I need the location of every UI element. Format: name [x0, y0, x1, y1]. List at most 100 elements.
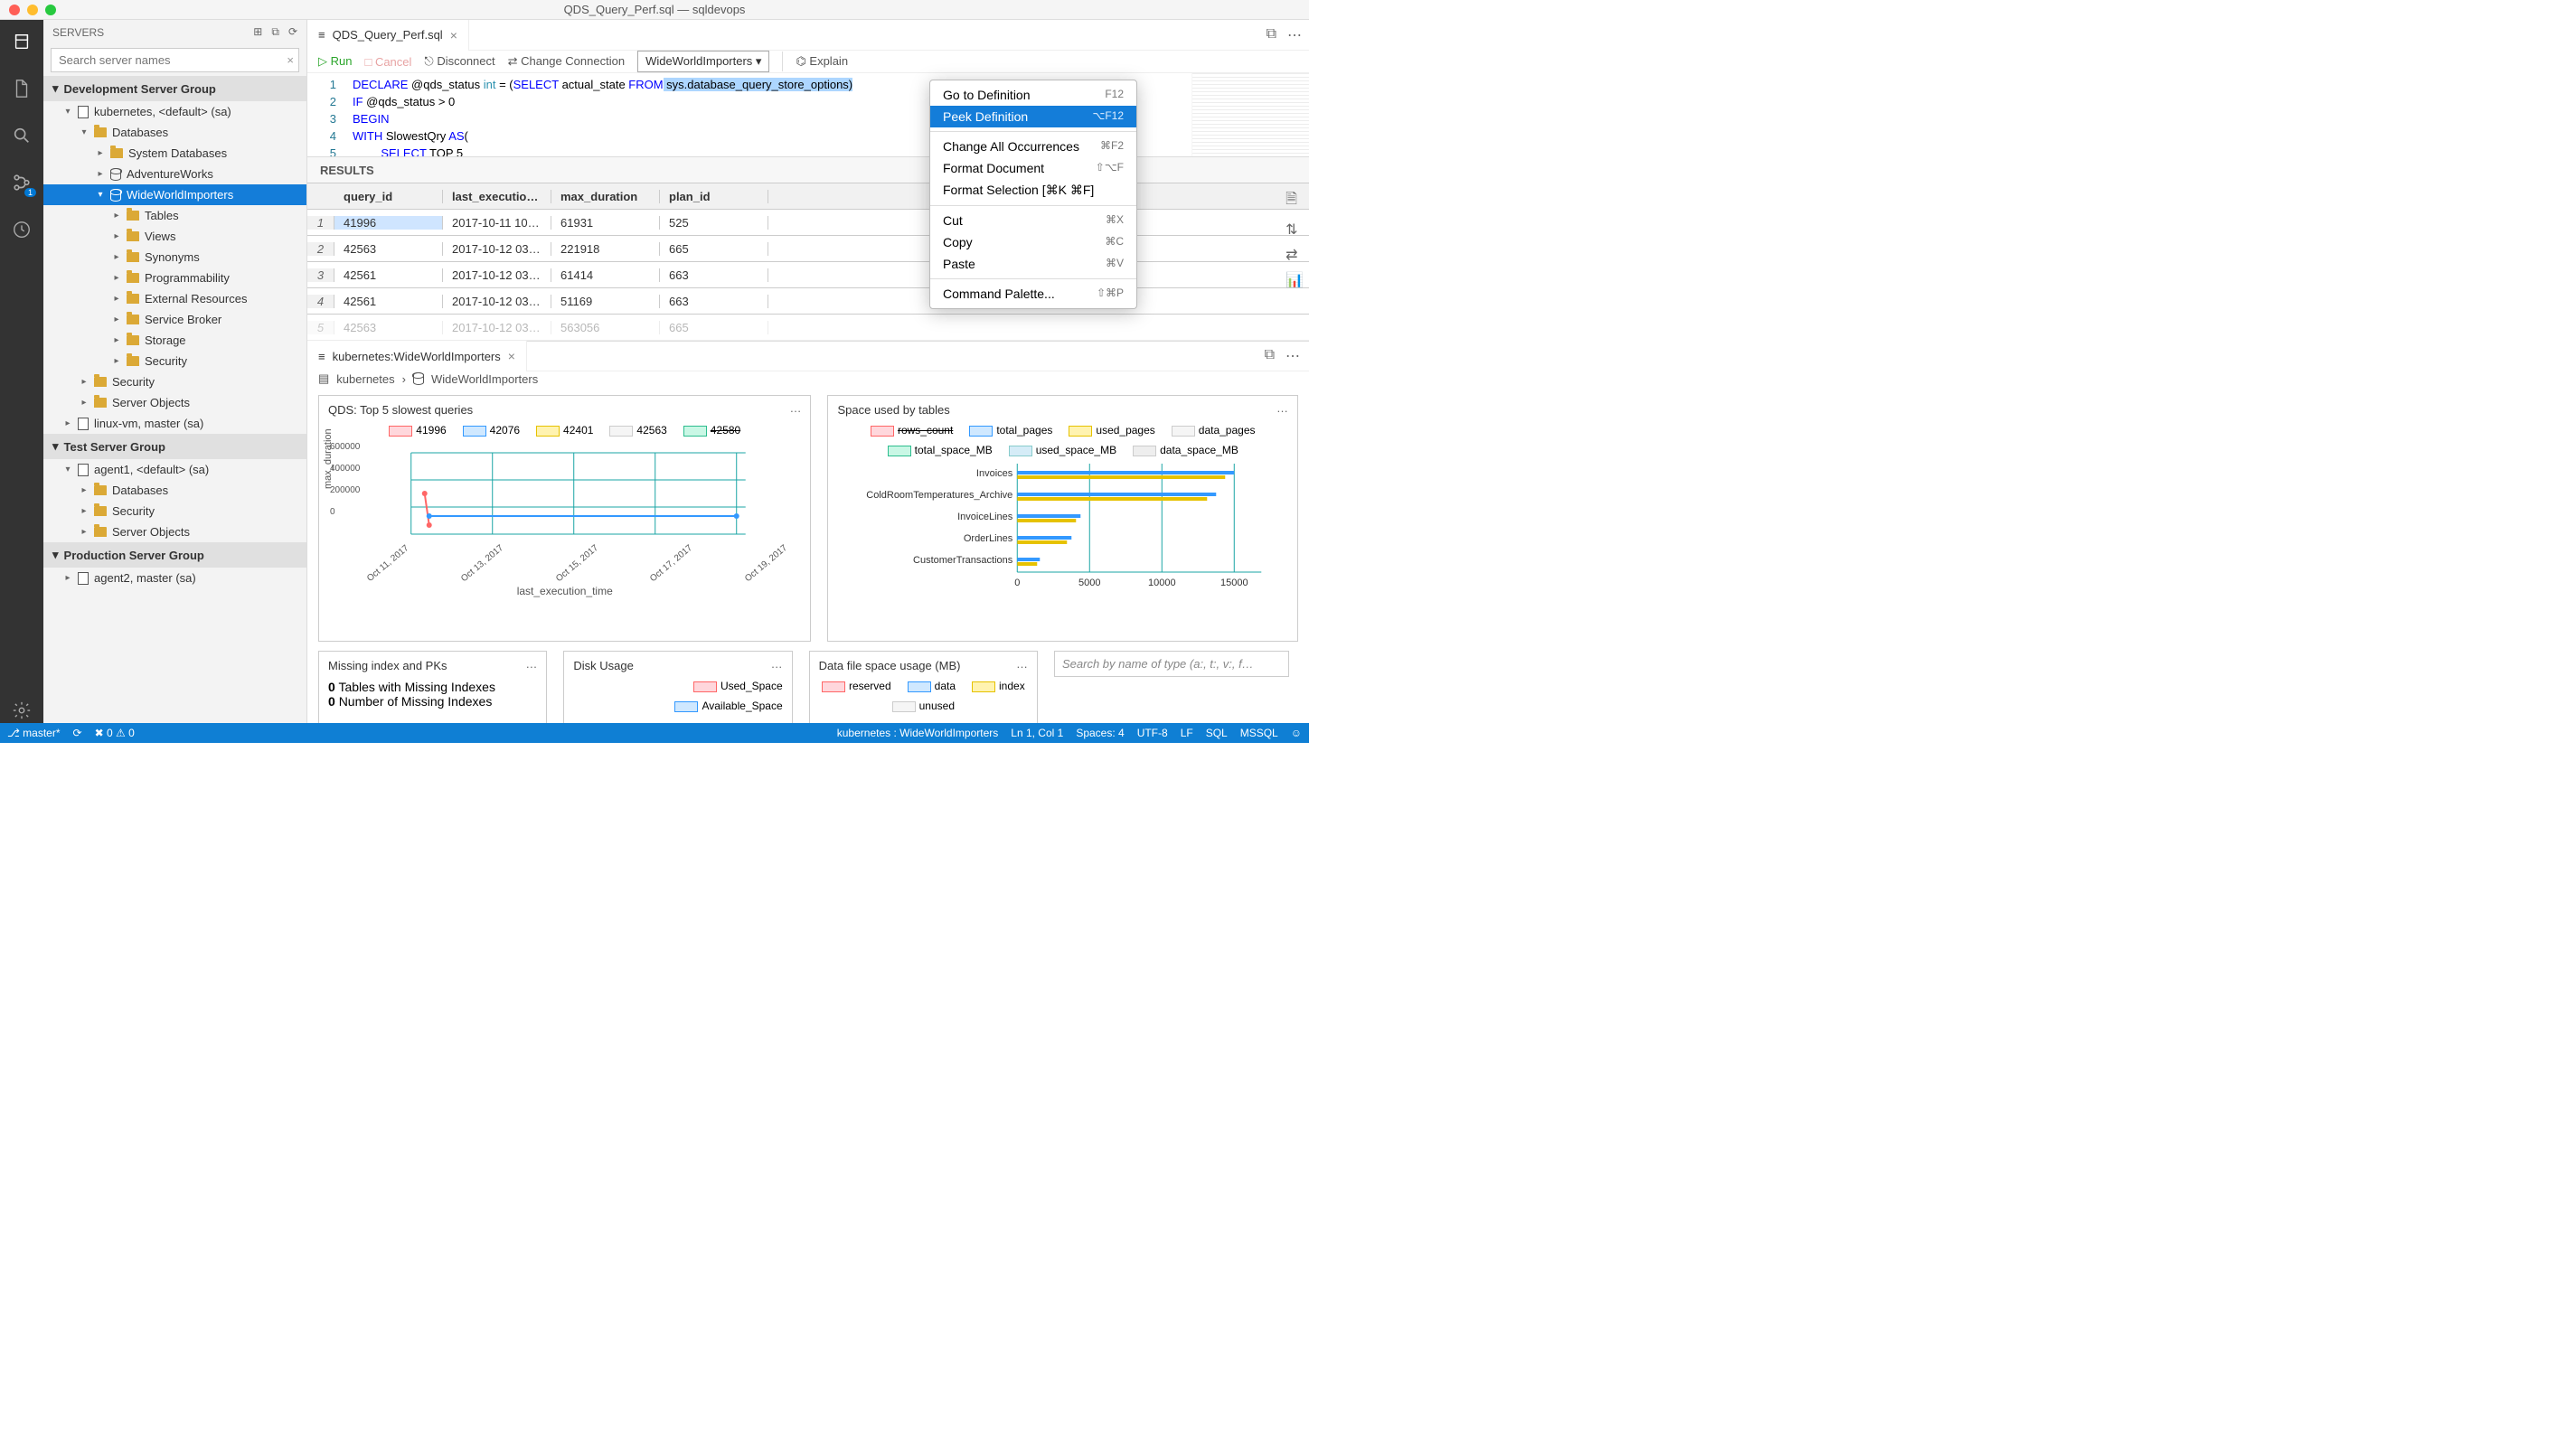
folder-security-t[interactable]: ▸Security [43, 501, 306, 521]
db-wideworldimporters[interactable]: ▾WideWorldImporters [43, 184, 306, 205]
cancel-button[interactable]: □ Cancel [364, 55, 411, 69]
search-servers-input[interactable] [51, 48, 299, 72]
svg-text:OrderLines: OrderLines [964, 533, 1013, 544]
tab-dashboard[interactable]: ≡ kubernetes:WideWorldImporters × [307, 341, 527, 371]
ctx-paste[interactable]: Paste⌘V [930, 253, 1136, 275]
folder-server-security[interactable]: ▸Security [43, 371, 306, 392]
server-kubernetes[interactable]: ▾kubernetes, <default> (sa) [43, 101, 306, 122]
folder-storage[interactable]: ▸Storage [43, 330, 306, 351]
minimap[interactable] [1191, 73, 1309, 156]
folder-system-databases[interactable]: ▸System Databases [43, 143, 306, 164]
folder-security[interactable]: ▸Security [43, 351, 306, 371]
maximize-results-icon[interactable]: 📊 [1286, 271, 1304, 289]
change-connection-button[interactable]: ⇄ Change Connection [508, 54, 625, 69]
disconnect-button[interactable]: ⎋ Disconnect [424, 54, 494, 69]
group-production[interactable]: ▾Production Server Group [43, 542, 306, 568]
widget-menu-icon[interactable]: … [525, 657, 537, 671]
widget-disk-usage: Disk Usage… Used_Space Available_Space [563, 651, 792, 728]
status-branch[interactable]: ⎇ master* [7, 727, 61, 739]
ctx-peek-definition[interactable]: Peek Definition⌥F12 [930, 106, 1136, 127]
widget-space-used: Space used by tables… rows_count total_p… [827, 395, 1298, 642]
ctx-copy[interactable]: Copy⌘C [930, 231, 1136, 253]
status-provider[interactable]: MSSQL [1240, 727, 1278, 739]
history-icon[interactable] [9, 217, 34, 242]
server-agent2[interactable]: ▸agent2, master (sa) [43, 568, 306, 588]
crumb-server[interactable]: kubernetes [336, 372, 394, 386]
group-development[interactable]: ▾Development Server Group [43, 76, 306, 101]
widget-missing-index: Missing index and PKs… 0 Tables with Mis… [318, 651, 547, 728]
clear-search-icon[interactable]: × [287, 53, 294, 67]
ctx-go-to-definition[interactable]: Go to DefinitionF12 [930, 84, 1136, 106]
folder-databases-t[interactable]: ▸Databases [43, 480, 306, 501]
widget-menu-icon[interactable]: … [789, 401, 801, 415]
chart-space-used: Invoices ColdRoomTemperatures_Archive In… [837, 464, 1288, 590]
more-dash-icon[interactable]: ⋯ [1286, 347, 1300, 365]
folder-server-objects[interactable]: ▸Server Objects [43, 392, 306, 413]
folder-server-objects-t[interactable]: ▸Server Objects [43, 521, 306, 542]
svg-text:0: 0 [1015, 578, 1021, 588]
ctx-format-doc[interactable]: Format Document⇧⌥F [930, 157, 1136, 179]
explain-button[interactable]: ⌬ Explain [796, 54, 848, 69]
widget-menu-icon[interactable]: … [1016, 657, 1028, 671]
svg-text:15000: 15000 [1220, 578, 1248, 588]
folder-views[interactable]: ▸Views [43, 226, 306, 247]
col-max-dur[interactable]: max_duration [551, 190, 660, 203]
db-adventureworks[interactable]: ▸AdventureWorks [43, 164, 306, 184]
close-dash-tab-icon[interactable]: × [508, 349, 515, 363]
widget-menu-icon[interactable]: … [1276, 401, 1288, 415]
status-eol[interactable]: LF [1181, 727, 1193, 739]
folder-tables[interactable]: ▸Tables [43, 205, 306, 226]
tab-qds-query-perf[interactable]: ≡ QDS_Query_Perf.sql × [307, 20, 469, 51]
explorer-icon[interactable] [9, 76, 34, 101]
status-language[interactable]: SQL [1206, 727, 1228, 739]
run-button[interactable]: ▷ Run [318, 54, 352, 69]
folder-databases[interactable]: ▾Databases [43, 122, 306, 143]
more-actions-icon[interactable]: ⋯ [1287, 26, 1302, 44]
folder-synonyms[interactable]: ▸Synonyms [43, 247, 306, 268]
split-dash-icon[interactable]: ⧉ [1265, 347, 1275, 365]
results-grid[interactable]: query_id last_execution… max_duration pl… [307, 183, 1309, 341]
settings-icon[interactable] [9, 698, 34, 723]
dashboard-search[interactable]: Search by name of type (a:, t:, v:, f… [1054, 651, 1289, 677]
ctx-format-sel[interactable]: Format Selection [⌘K ⌘F] [930, 179, 1136, 202]
widget-menu-icon[interactable]: … [771, 657, 783, 671]
status-feedback-icon[interactable]: ☺ [1291, 727, 1302, 739]
table-row: 3425612017-10-12 03:…61414663 [307, 262, 1309, 288]
split-editor-icon[interactable]: ⧉ [1267, 26, 1276, 44]
export-results-icon[interactable]: ⇅ [1286, 221, 1304, 239]
status-sync-icon[interactable]: ⟳ [73, 727, 82, 739]
group-test[interactable]: ▾Test Server Group [43, 434, 306, 459]
col-last-exec[interactable]: last_execution… [443, 190, 551, 203]
status-spaces[interactable]: Spaces: 4 [1076, 727, 1124, 739]
server-linux-vm[interactable]: ▸linux-vm, master (sa) [43, 413, 306, 434]
save-results-icon[interactable]: 🗎 [1286, 189, 1304, 213]
servers-view-icon[interactable] [9, 29, 34, 54]
table-row: 1419962017-10-11 10:…61931525 [307, 210, 1309, 236]
new-connection-icon[interactable]: ⊞ [253, 25, 262, 39]
view-chart-icon[interactable]: ⇄ [1286, 246, 1304, 264]
crumb-database[interactable]: WideWorldImporters [431, 372, 538, 386]
new-group-icon[interactable]: ⧉ [271, 25, 279, 39]
status-problems[interactable]: ✖ 0 ⚠ 0 [95, 727, 135, 739]
svg-text:ColdRoomTemperatures_Archive: ColdRoomTemperatures_Archive [867, 490, 1013, 501]
status-position[interactable]: Ln 1, Col 1 [1011, 727, 1063, 739]
database-select[interactable]: WideWorldImporters ▾ [637, 51, 769, 72]
server-search[interactable]: × [51, 48, 299, 72]
dashboard-tabbar: ≡ kubernetes:WideWorldImporters × ⧉ ⋯ [307, 341, 1309, 371]
ctx-change-all[interactable]: Change All Occurrences⌘F2 [930, 136, 1136, 157]
refresh-icon[interactable]: ⟳ [288, 25, 297, 39]
server-agent1[interactable]: ▾agent1, <default> (sa) [43, 459, 306, 480]
status-encoding[interactable]: UTF-8 [1137, 727, 1168, 739]
status-connection[interactable]: kubernetes : WideWorldImporters [837, 727, 999, 739]
ctx-cut[interactable]: Cut⌘X [930, 210, 1136, 231]
code-editor[interactable]: 12345 DECLARE @qds_status int = (SELECT … [307, 73, 1309, 156]
close-tab-icon[interactable]: × [450, 28, 457, 42]
col-plan-id[interactable]: plan_id [660, 190, 768, 203]
col-query-id[interactable]: query_id [334, 190, 443, 203]
scm-view-icon[interactable]: 1 [9, 170, 34, 195]
folder-programmability[interactable]: ▸Programmability [43, 268, 306, 288]
ctx-command-palette[interactable]: Command Palette...⇧⌘P [930, 283, 1136, 305]
folder-external-resources[interactable]: ▸External Resources [43, 288, 306, 309]
search-view-icon[interactable] [9, 123, 34, 148]
folder-service-broker[interactable]: ▸Service Broker [43, 309, 306, 330]
